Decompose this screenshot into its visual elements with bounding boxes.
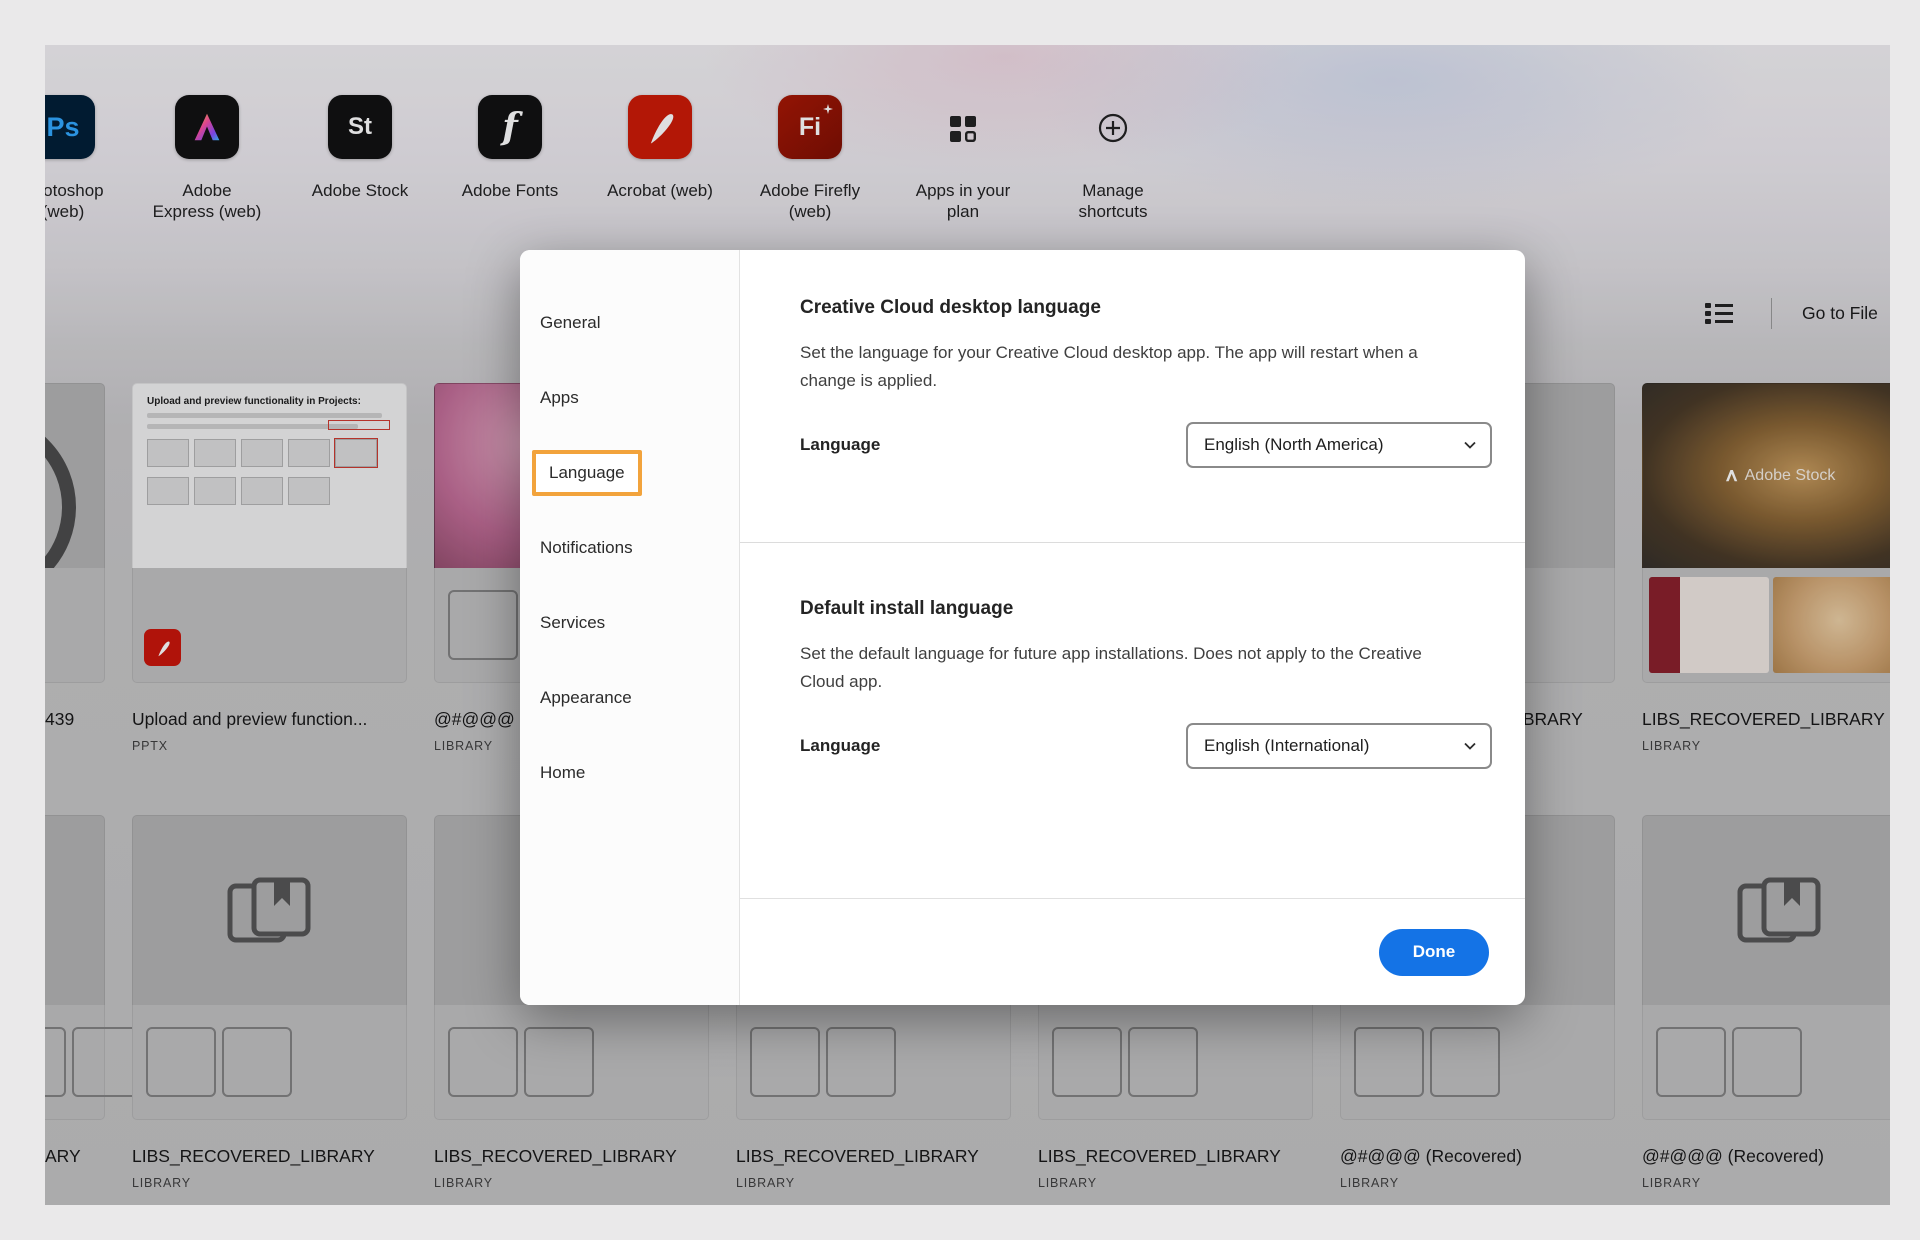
- nav-item-general[interactable]: General: [520, 285, 739, 360]
- section-description: Set the default language for future app …: [800, 640, 1425, 695]
- desktop-language-section: Creative Cloud desktop language Set the …: [740, 250, 1525, 543]
- install-language-dropdown[interactable]: English (International): [1186, 723, 1492, 769]
- language-field-row: Language English (International): [800, 723, 1492, 769]
- nav-label: Apps: [540, 388, 579, 408]
- nav-item-services[interactable]: Services: [520, 585, 739, 660]
- section-description: Set the language for your Creative Cloud…: [800, 339, 1425, 394]
- section-title: Creative Cloud desktop language: [800, 297, 1492, 319]
- install-language-section: Default install language Set the default…: [740, 543, 1525, 769]
- nav-label: Notifications: [540, 538, 633, 558]
- nav-item-apps[interactable]: Apps: [520, 360, 739, 435]
- nav-label: General: [540, 313, 600, 333]
- language-field-label: Language: [800, 736, 880, 756]
- nav-item-notifications[interactable]: Notifications: [520, 510, 739, 585]
- language-field-label: Language: [800, 435, 880, 455]
- preferences-nav: General Apps Language Notifications Serv…: [520, 250, 740, 1005]
- language-field-row: Language English (North America): [800, 422, 1492, 468]
- creative-cloud-app: Ps Photoshop (web) Adobe Express (web) S…: [0, 0, 1920, 1240]
- desktop-language-dropdown[interactable]: English (North America): [1186, 422, 1492, 468]
- chevron-down-icon: [1462, 437, 1478, 453]
- done-button[interactable]: Done: [1379, 929, 1489, 976]
- chevron-down-icon: [1462, 738, 1478, 754]
- nav-label: Home: [540, 763, 585, 783]
- dropdown-value: English (International): [1204, 736, 1369, 756]
- nav-label: Services: [540, 613, 605, 633]
- nav-item-appearance[interactable]: Appearance: [520, 660, 739, 735]
- preferences-dialog: General Apps Language Notifications Serv…: [520, 250, 1525, 1005]
- dialog-footer: Done: [740, 898, 1525, 1005]
- preferences-content: Creative Cloud desktop language Set the …: [740, 250, 1525, 1005]
- nav-item-home[interactable]: Home: [520, 735, 739, 810]
- section-title: Default install language: [800, 598, 1492, 620]
- nav-label: Appearance: [540, 688, 632, 708]
- annotation-highlight-box: Language: [532, 450, 642, 496]
- dropdown-value: English (North America): [1204, 435, 1384, 455]
- nav-item-language[interactable]: Language: [520, 435, 739, 510]
